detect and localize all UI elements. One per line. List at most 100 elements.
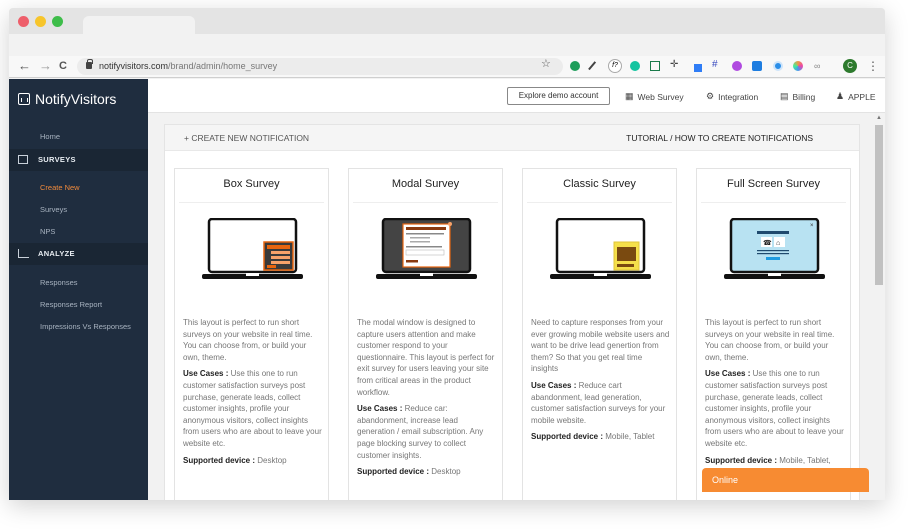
nav-label: Integration	[718, 91, 759, 102]
back-button[interactable]: ←	[18, 58, 31, 74]
explore-demo-button[interactable]: Explore demo account	[507, 87, 610, 105]
edit-icon	[18, 155, 28, 164]
eyedropper-extension-icon[interactable]	[588, 61, 597, 71]
user-icon: ♟	[836, 91, 845, 101]
device-text: Desktop	[431, 467, 461, 477]
scroll-up-arrow-icon[interactable]: ▲	[876, 115, 882, 121]
sidebar-item-nps[interactable]: NPS	[40, 227, 55, 236]
move-extension-icon[interactable]: ✛	[670, 60, 680, 70]
section-title: ANALYZE	[38, 249, 75, 258]
box-survey-illustration	[202, 218, 303, 279]
colorful-extension-icon[interactable]	[793, 61, 803, 71]
scrollbar-thumb[interactable]	[875, 125, 883, 285]
use-cases-text: Use this one to run customer satisfactio…	[705, 369, 844, 448]
panel-header: + CREATE NEW NOTIFICATION TUTORIAL / HOW…	[165, 125, 859, 151]
survey-card-modal[interactable]: Modal Survey The modal window is designe…	[348, 168, 503, 500]
nav-billing[interactable]: ▤ Billing	[780, 91, 815, 102]
description-text: Need to capture responses from your ever…	[531, 318, 670, 374]
sidebar-item-create-new[interactable]: Create New	[40, 183, 80, 192]
reload-button[interactable]: C	[59, 58, 67, 74]
line-chart-icon	[18, 249, 29, 258]
tutorial-link[interactable]: TUTORIAL / HOW TO CREATE NOTIFICATIONS	[626, 133, 813, 143]
full-screen-survey-illustration: × ☎ ⌂	[724, 218, 825, 279]
profile-avatar[interactable]: C	[843, 59, 857, 73]
nav-integration[interactable]: ⚙ Integration	[706, 91, 758, 102]
device-label: Supported device :	[357, 467, 430, 477]
sidebar-item-responses-report[interactable]: Responses Report	[40, 300, 102, 309]
grid-extension-icon[interactable]: #	[712, 60, 722, 70]
device-text: Mobile, Tablet	[605, 432, 655, 442]
main-content: + CREATE NEW NOTIFICATION TUTORIAL / HOW…	[148, 113, 873, 500]
nav-label: APPLE	[848, 91, 876, 102]
record-extension-icon[interactable]	[773, 61, 783, 71]
modal-survey-illustration	[376, 218, 477, 279]
card-description: Need to capture responses from your ever…	[531, 317, 671, 448]
minimize-window-button[interactable]	[35, 16, 46, 27]
use-cases-label: Use Cases :	[531, 380, 577, 390]
description-text: The modal window is designed to capture …	[357, 318, 495, 397]
sidebar-item-impressions-vs-responses[interactable]: Impressions Vs Responses	[40, 322, 131, 331]
close-window-button[interactable]	[18, 16, 29, 27]
survey-card-box[interactable]: Box Survey This layout is perfect to run…	[174, 168, 329, 500]
sidebar-item-responses[interactable]: Responses	[40, 278, 78, 287]
nav-label: Web Survey	[637, 91, 684, 102]
nav-account[interactable]: ♟ APPLE	[836, 91, 875, 102]
grammarly-extension-icon[interactable]	[630, 61, 640, 71]
bookmark-star-icon[interactable]: ☆	[541, 57, 551, 70]
svg-text:×: ×	[810, 223, 814, 229]
sidebar-section-surveys[interactable]: SURVEYS	[9, 149, 148, 171]
nav-web-survey[interactable]: ▦ Web Survey	[625, 91, 684, 102]
page-scrollbar[interactable]: ▲	[873, 113, 885, 500]
svg-text:⌂: ⌂	[776, 240, 780, 247]
survey-card-classic[interactable]: Classic Survey Need to capture responses…	[522, 168, 677, 500]
chart-logo-icon	[18, 93, 30, 105]
top-nav: Explore demo account ▦ Web Survey ⚙ Integr…	[148, 79, 885, 113]
url-text: notifyvisitors.com/brand/admin/home_surv…	[99, 60, 277, 73]
use-cases-label: Use Cases :	[183, 369, 229, 379]
grid-icon: ▦	[625, 91, 634, 101]
card-title: Modal Survey	[391, 178, 460, 190]
crop-extension-icon[interactable]	[650, 61, 660, 71]
survey-card-full-screen[interactable]: Full Screen Survey × ☎ ⌂ This layout is …	[696, 168, 851, 500]
device-label: Supported device :	[183, 455, 256, 465]
classic-survey-illustration	[550, 218, 651, 279]
color-picker-extension-icon[interactable]	[694, 64, 702, 72]
gear-icon: ⚙	[706, 91, 715, 101]
credit-card-icon: ▤	[780, 91, 789, 101]
sidebar-item-home[interactable]: Home	[40, 132, 60, 141]
card-title: Box Survey	[223, 178, 280, 190]
description-text: This layout is perfect to run short surv…	[705, 318, 835, 362]
browser-window: ← → C notifyvisitors.com/brand/admin/hom…	[9, 8, 885, 500]
create-new-notification-link[interactable]: + CREATE NEW NOTIFICATION	[184, 133, 309, 143]
brand-name: NotifyVisitors	[35, 91, 117, 107]
green-dot-extension-icon[interactable]	[570, 61, 580, 71]
device-text: Desktop	[257, 455, 287, 465]
description-text: This layout is perfect to run short surv…	[183, 318, 313, 362]
card-title: Classic Survey	[563, 178, 636, 190]
screenshot-extension-icon[interactable]	[752, 61, 762, 71]
use-cases-label: Use Cases :	[705, 369, 751, 379]
cloud-extension-icon[interactable]: ∞	[814, 61, 824, 71]
url-domain: notifyvisitors.com	[99, 61, 169, 71]
maximize-window-button[interactable]	[52, 16, 63, 27]
sidebar-item-surveys[interactable]: Surveys	[40, 205, 67, 214]
device-label: Supported device :	[705, 455, 778, 465]
tab-strip	[9, 8, 885, 36]
brand-logo[interactable]: NotifyVisitors	[18, 89, 116, 109]
forward-button[interactable]: →	[39, 58, 52, 74]
device-label: Supported device :	[531, 432, 604, 442]
card-description: The modal window is designed to capture …	[357, 317, 497, 483]
sidebar-section-analyze[interactable]: ANALYZE	[9, 243, 148, 265]
nav-label: Billing	[792, 91, 816, 102]
chat-online-widget[interactable]: Online	[702, 468, 869, 492]
url-path: /brand/admin/home_survey	[168, 61, 278, 71]
card-title: Full Screen Survey	[727, 178, 820, 190]
card-description: This layout is perfect to run short surv…	[183, 317, 323, 471]
browser-tab[interactable]	[83, 16, 195, 36]
font-extension-icon[interactable]: f?	[608, 59, 622, 73]
purple-extension-icon[interactable]	[732, 61, 742, 71]
card-description: This layout is perfect to run short surv…	[705, 317, 845, 483]
browser-menu-icon[interactable]: ⋮	[867, 58, 879, 74]
section-title: SURVEYS	[38, 155, 76, 164]
address-bar[interactable]: notifyvisitors.com/brand/admin/home_surv…	[77, 58, 563, 75]
